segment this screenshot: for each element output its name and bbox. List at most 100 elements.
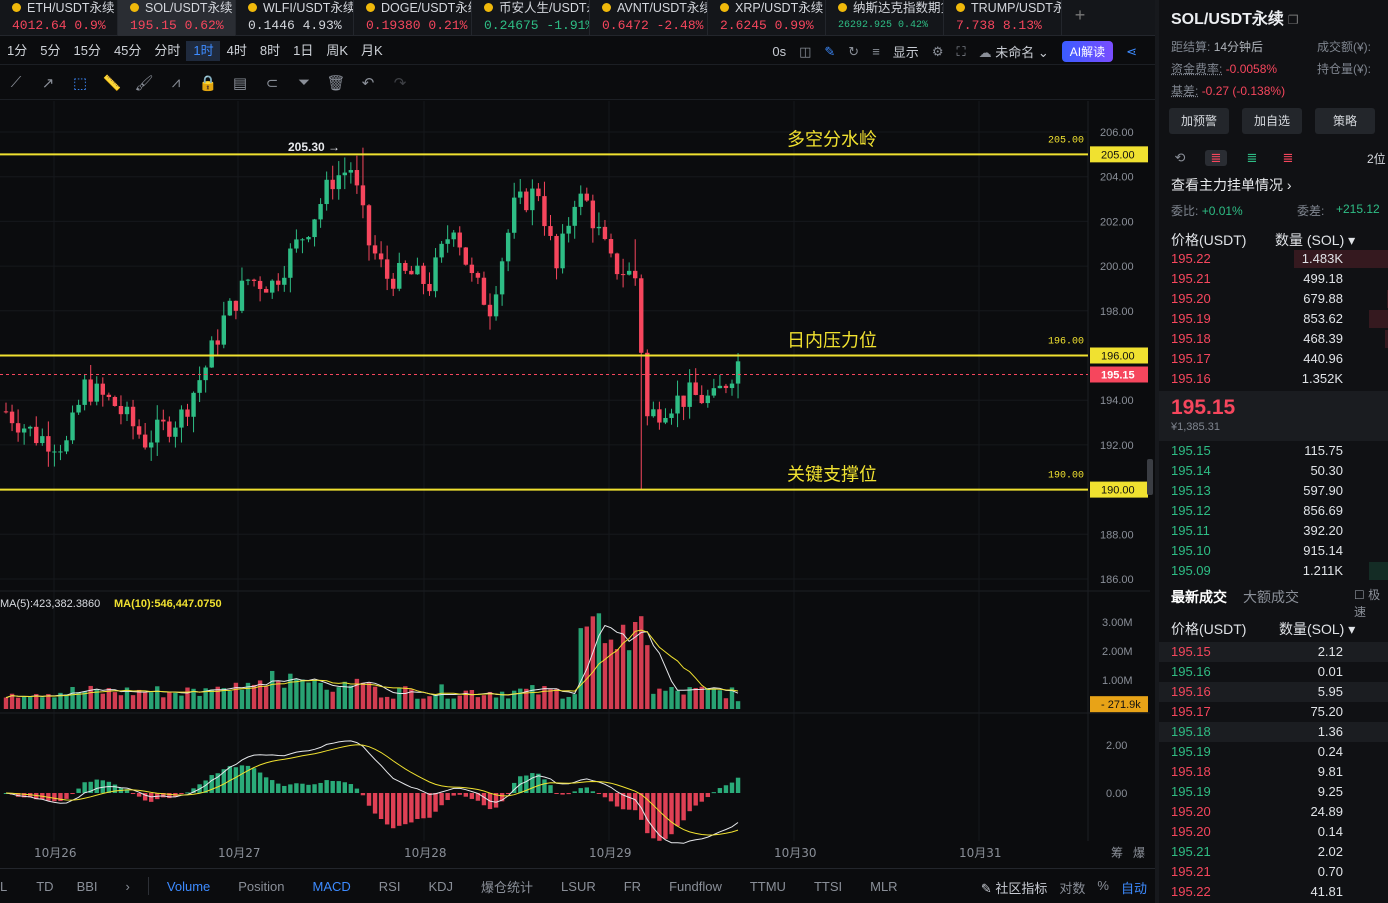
indicator-option[interactable]: BBI — [68, 879, 112, 894]
price-chart[interactable]: 206.00 204.00 202.00 200.00 198.00 196.00 194.… — [0, 101, 1155, 867]
interval-option[interactable]: 8时 — [253, 41, 286, 61]
add-tab-button[interactable]: + — [1062, 0, 1098, 35]
log-scale-toggle[interactable]: 对数 — [1059, 878, 1085, 897]
orderbook-row[interactable]: 195.10 915.14 — [1159, 541, 1388, 561]
indicator-option[interactable]: Volume — [153, 879, 224, 894]
both-sides-view-icon[interactable]: ≣ — [1205, 150, 1227, 166]
orderbook-row[interactable]: 195.22 1.483K — [1159, 249, 1388, 269]
trash-icon[interactable]: 🗑 — [320, 74, 352, 92]
scroll-right-icon[interactable]: › — [112, 879, 144, 894]
select-tool-icon[interactable]: ⬚ — [64, 74, 96, 92]
display-button[interactable]: 显示 — [893, 42, 919, 61]
interval-option[interactable]: 1日 — [286, 41, 319, 61]
indicator-option[interactable]: Position — [224, 879, 298, 894]
orderbook-row[interactable]: 195.17 440.96 — [1159, 349, 1388, 369]
magnet-icon[interactable]: ⊂ — [256, 74, 288, 92]
draw-ray-icon[interactable]: ↗ — [32, 74, 64, 92]
main-orders-link[interactable]: 查看主力挂单情况 › — [1171, 175, 1292, 195]
share-icon[interactable]: ⋖ — [1126, 44, 1137, 60]
copy-icon[interactable]: ❐ — [1288, 13, 1299, 27]
asks-view-icon[interactable]: ≣ — [1277, 150, 1299, 166]
percent-toggle[interactable]: % — [1097, 878, 1109, 897]
orderbook-row[interactable]: 195.11 392.20 — [1159, 521, 1388, 541]
ticker-tab[interactable]: DOGE/USDT永续 0.19380 0.21% — [354, 0, 472, 36]
list-icon[interactable]: ≡ — [872, 44, 880, 59]
interval-option[interactable]: 1时 — [186, 40, 220, 61]
bids-view-icon[interactable]: ≣ — [1241, 150, 1263, 166]
ruler-icon[interactable]: 📏 — [96, 74, 128, 92]
layout-name[interactable]: ☁ 未命名 ⌄ — [979, 42, 1049, 61]
orderbook-row[interactable]: 195.13 597.90 — [1159, 481, 1388, 501]
indicator-option[interactable]: L — [0, 879, 27, 894]
indicator-option[interactable]: MLR — [856, 879, 911, 894]
ticker-tab[interactable]: 纳斯达克指数期货CFD 26292.925 0.42% — [826, 0, 944, 36]
interval-option[interactable]: 分时 — [147, 41, 186, 61]
add-alert-button[interactable]: 加预警 — [1169, 108, 1229, 134]
tab-latest-trades[interactable]: 最新成交 — [1171, 587, 1227, 607]
depth-precision[interactable]: 2位 — [1367, 150, 1386, 167]
add-watchlist-button[interactable]: 加自选 — [1242, 108, 1302, 134]
draw-line-icon[interactable]: ⟋ — [0, 74, 32, 91]
fullscreen-icon[interactable]: ⛶ — [956, 44, 965, 60]
ticker-tab[interactable]: XRP/USDT永续 2.6245 0.99% — [708, 0, 826, 36]
undo-icon[interactable]: ↶ — [352, 74, 384, 92]
ai-interpret-button[interactable]: AI解读 — [1061, 41, 1114, 62]
indicator-option[interactable]: Fundflow — [655, 879, 736, 894]
interval-option[interactable]: 5分 — [33, 41, 66, 61]
ob-qty-header[interactable]: 数量 (SOL) ▾ — [1275, 230, 1355, 250]
lock-icon[interactable]: 🔒 — [192, 74, 224, 92]
orderbook-row[interactable]: 195.18 468.39 — [1159, 329, 1388, 349]
candle-body — [427, 283, 432, 292]
orderbook-row[interactable]: 195.21 499.18 — [1159, 269, 1388, 289]
tab-large-trades[interactable]: 大额成交 — [1243, 587, 1299, 607]
indicator-option[interactable]: KDJ — [414, 879, 467, 894]
interval-option[interactable]: 月K — [354, 41, 389, 61]
orderbook-row[interactable]: 195.19 853.62 — [1159, 309, 1388, 329]
interval-option[interactable]: 周K — [319, 41, 354, 61]
indicator-option[interactable]: 爆仓统计 — [467, 877, 547, 896]
macd-histogram-bar — [270, 780, 275, 793]
replay-icon[interactable]: ↻ — [848, 44, 859, 60]
ticker-tab[interactable]: ETH/USDT永续 4012.64 0.9% — [0, 0, 118, 36]
back-icon[interactable]: ⟲ — [1169, 150, 1191, 166]
trade-qty-header[interactable]: 数量(SOL) ▾ — [1279, 619, 1355, 639]
ticker-tab[interactable]: WLFI/USDT永续 0.1446 4.93% — [236, 0, 354, 36]
ticker-tab[interactable]: AVNT/USDT永续 0.6472 -2.48% — [590, 0, 708, 36]
brush-icon[interactable]: 🖌 — [128, 74, 160, 92]
candle-body — [15, 423, 21, 433]
camera-icon[interactable]: ◫ — [799, 44, 811, 60]
strategy-button[interactable]: 策略 — [1315, 108, 1375, 134]
pencil-icon[interactable]: ✎ — [824, 44, 835, 60]
panel-collapse-handle[interactable] — [1147, 459, 1153, 495]
orderbook-row[interactable]: 195.12 856.69 — [1159, 501, 1388, 521]
indicator-option[interactable]: RSI — [365, 879, 415, 894]
orderbook-row[interactable]: 195.20 679.88 — [1159, 289, 1388, 309]
ticker-tab[interactable]: 币安人生/USDT永续 0.24675 -1.91% — [472, 0, 590, 36]
orderbook-row[interactable]: 195.16 1.352K — [1159, 369, 1388, 389]
community-indicators[interactable]: ✎ 社区指标 — [981, 878, 1048, 897]
redo-icon[interactable]: ↷ — [384, 74, 416, 92]
indicator-option[interactable]: FR — [610, 879, 655, 894]
ticker-tab[interactable]: SOL/USDT永续 195.15 0.62% — [118, 0, 236, 36]
filter-icon[interactable]: ⏷ — [288, 74, 320, 91]
candle-body — [173, 427, 178, 437]
orderbook-row[interactable]: 195.14 50.30 — [1159, 461, 1388, 481]
indicator-option[interactable]: TTSI — [800, 879, 856, 894]
interval-option[interactable]: 1分 — [0, 41, 33, 61]
template-icon[interactable]: ▤ — [224, 74, 256, 92]
indicator-option[interactable]: TTMU — [736, 879, 800, 894]
pattern-icon[interactable]: ⩘ — [160, 74, 192, 91]
orderbook-row[interactable]: 195.09 1.211K — [1159, 561, 1388, 581]
ticker-tab[interactable]: TRUMP/USDT永续 7.738 8.13% — [944, 0, 1062, 36]
indicator-option[interactable]: LSUR — [547, 879, 610, 894]
interval-option[interactable]: 45分 — [107, 41, 147, 61]
interval-option[interactable]: 4时 — [220, 41, 253, 61]
ticker-name: SOL/USDT永续 — [130, 1, 235, 15]
fast-checkbox[interactable]: ☐ 极速 — [1354, 586, 1388, 620]
interval-option[interactable]: 15分 — [66, 41, 106, 61]
indicator-option[interactable]: TD — [27, 879, 67, 894]
settings-icon[interactable]: ⚙ — [932, 44, 944, 60]
auto-scale-toggle[interactable]: 自动 — [1121, 878, 1147, 897]
orderbook-row[interactable]: 195.15 115.75 — [1159, 441, 1388, 461]
indicator-option[interactable]: MACD — [299, 879, 365, 894]
